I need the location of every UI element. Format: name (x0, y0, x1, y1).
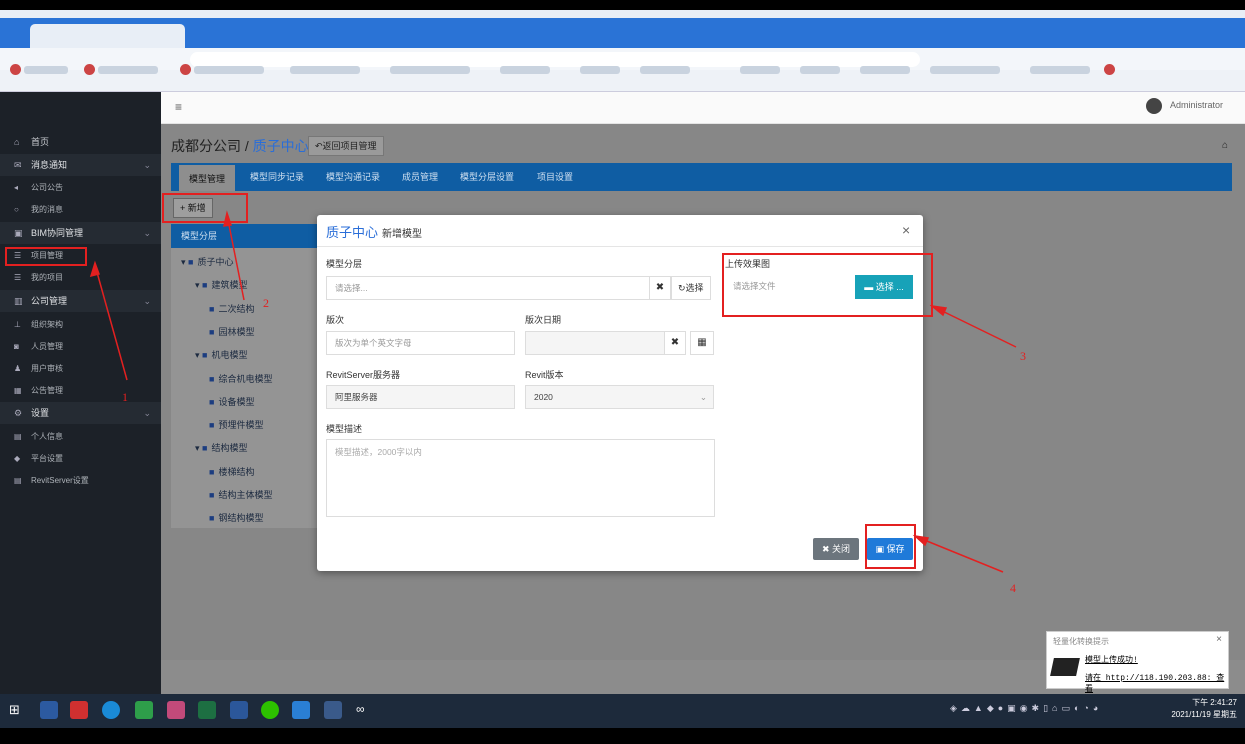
close-icon[interactable]: × (1216, 634, 1222, 645)
arrow-3 (933, 306, 1017, 348)
system-tray-icon[interactable]: ◈☁▲◆●▣◉✱▯⌂▭◐◔◕ (950, 703, 1102, 714)
clock-time: 下午 2:41:27 (1192, 698, 1237, 707)
arrow-2 (226, 214, 245, 301)
arrowhead-3 (929, 304, 948, 317)
annotation-label-4: 4 (1010, 581, 1016, 595)
clock-date: 2021/11/19 星期五 (1171, 710, 1237, 719)
app-icon[interactable] (40, 701, 58, 719)
app-icon[interactable] (70, 701, 88, 719)
notification-toast: 轻量化转换提示 × 模型上传成功! 请在 http://118.190.203.… (1046, 631, 1229, 694)
edge-icon[interactable] (102, 701, 120, 719)
arrow-1 (94, 264, 128, 381)
windows-start-icon[interactable]: ⊞ (9, 702, 20, 718)
device-image (1050, 658, 1080, 676)
word-icon[interactable] (230, 701, 248, 719)
arrowhead-4 (912, 534, 930, 547)
system-clock[interactable]: 下午 2:41:27 2021/11/19 星期五 (1165, 697, 1237, 721)
excel-icon[interactable] (198, 701, 216, 719)
arrow-4 (916, 536, 1004, 573)
infinity-icon[interactable]: ∞ (356, 702, 365, 716)
annotation-label-3: 3 (1020, 349, 1026, 363)
annotation-label-2: 2 (263, 296, 269, 310)
toast-message[interactable]: 模型上传成功! (1085, 654, 1138, 665)
arrowhead-2 (223, 210, 232, 227)
annotation-label-1: 1 (122, 390, 128, 404)
app-icon[interactable] (292, 701, 310, 719)
app-icon[interactable] (324, 701, 342, 719)
arrowhead-1 (89, 260, 100, 278)
app-icon[interactable] (135, 701, 153, 719)
app-icon[interactable] (167, 701, 185, 719)
wechat-icon[interactable] (261, 701, 279, 719)
toast-link[interactable]: 请在 http://118.190.203.88: 查看 (1085, 672, 1228, 694)
toast-title: 轻量化转换提示 (1053, 637, 1109, 646)
